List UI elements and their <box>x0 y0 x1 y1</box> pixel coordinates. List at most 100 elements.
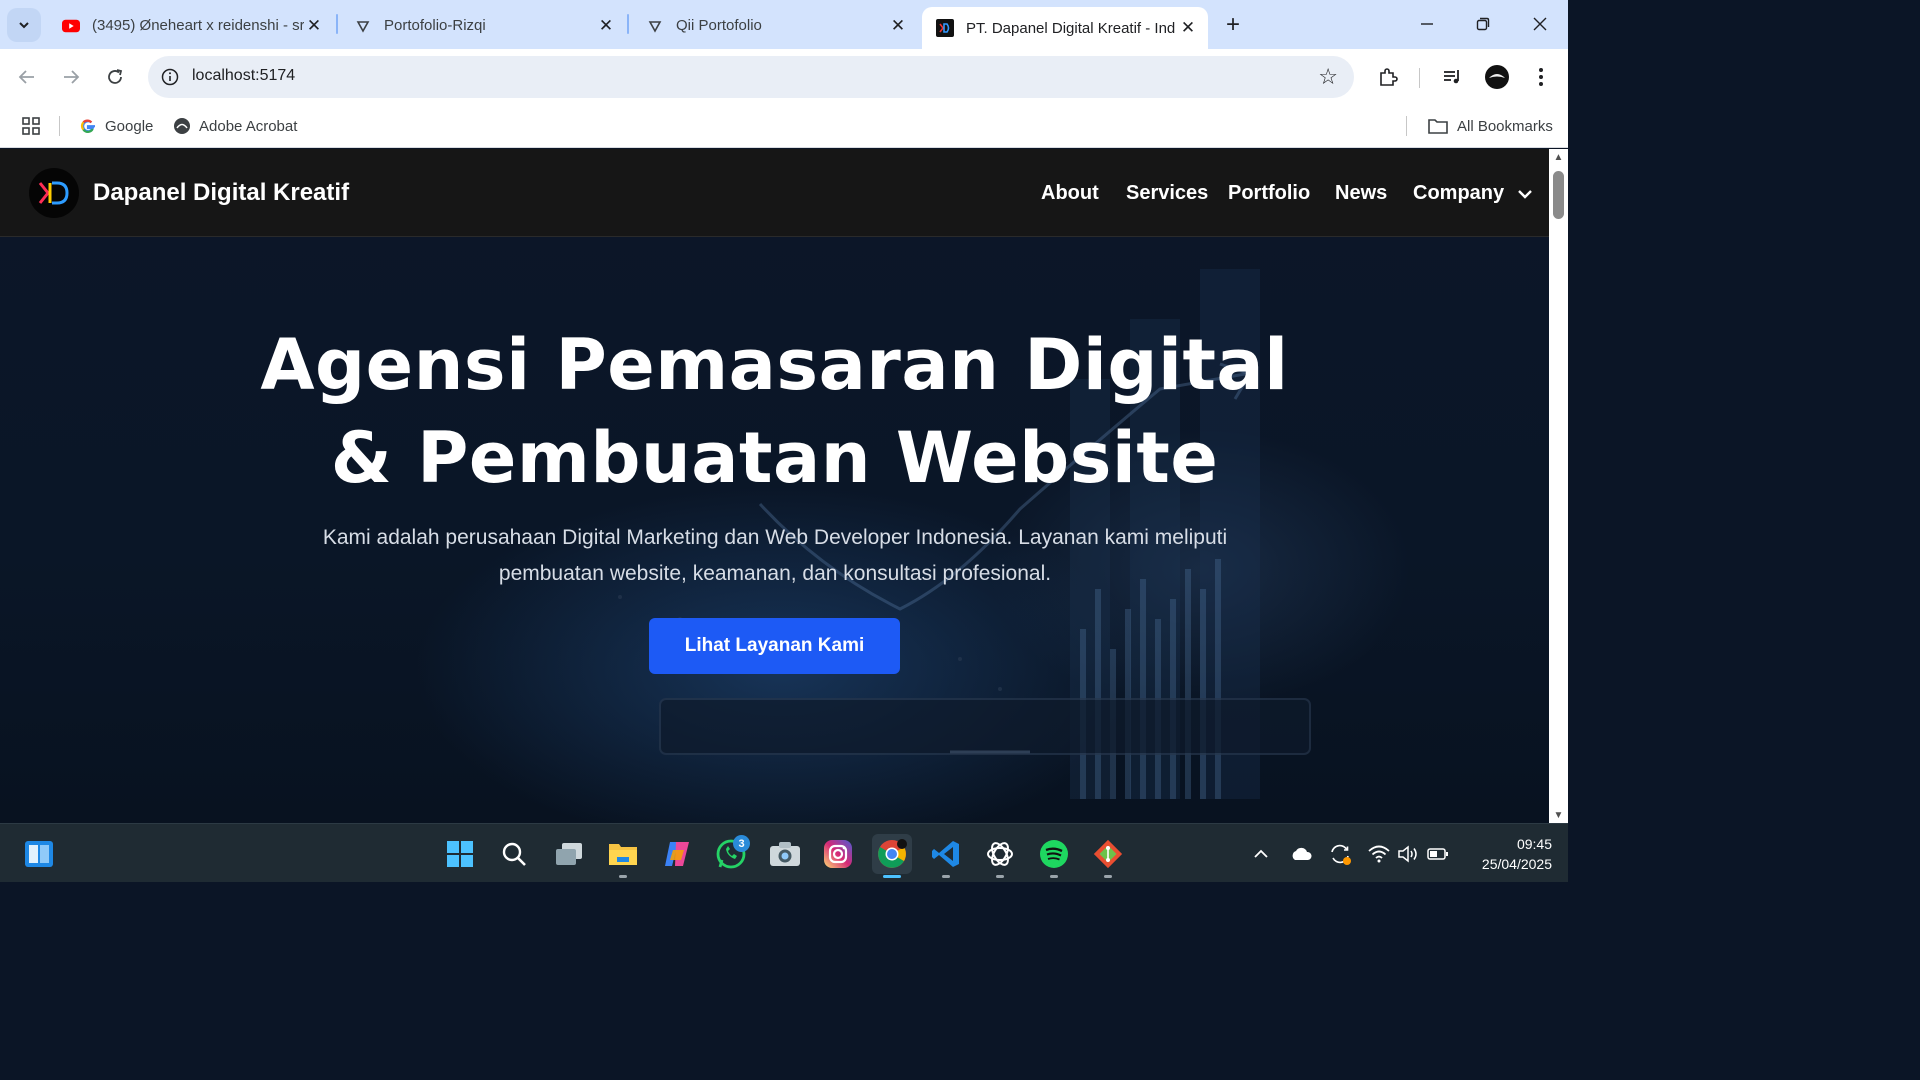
tab-title: Portofolio-Rizqi <box>384 17 486 34</box>
vite-icon <box>354 17 372 35</box>
running-indicator <box>996 875 1004 878</box>
nav-company-label: Company <box>1413 182 1505 204</box>
bookmarks-bar: Google Adobe Acrobat All Bookmarks <box>0 105 1568 148</box>
hero-subtitle-line-2: pembuatan website, keamanan, dan konsult… <box>498 562 1052 585</box>
instagram-icon[interactable] <box>818 834 858 874</box>
clock-date: 25/04/2025 <box>1481 856 1552 872</box>
whatsapp-badge: 3 <box>733 835 750 852</box>
windows-taskbar: 3 09:45 25/04/2025 <box>0 823 1568 882</box>
close-icon[interactable]: ✕ <box>304 16 324 36</box>
tab-title: Qii Portofolio <box>676 17 762 34</box>
chevron-down-icon <box>19 22 29 29</box>
bookmark-adobe-acrobat[interactable]: Adobe Acrobat <box>173 113 297 139</box>
tab-separator <box>336 14 338 34</box>
chevron-down-icon <box>1517 189 1532 199</box>
acrobat-icon <box>173 117 191 135</box>
close-icon[interactable]: ✕ <box>1178 18 1198 38</box>
bookmarks-separator <box>1406 116 1407 136</box>
back-button[interactable] <box>13 63 41 91</box>
hero-subtitle: Kami adalah perusahaan Digital Marketing… <box>290 520 1260 592</box>
nav-about[interactable]: About <box>1041 182 1099 205</box>
nav-portfolio[interactable]: Portfolio <box>1228 182 1310 205</box>
onedrive-cloud-icon[interactable] <box>1288 841 1314 867</box>
url-text[interactable]: localhost:5174 <box>192 67 295 85</box>
copilot-icon[interactable] <box>657 834 697 874</box>
extensions-icon[interactable] <box>1374 63 1402 91</box>
bookmark-star-icon[interactable]: ☆ <box>1318 65 1338 89</box>
volume-icon[interactable] <box>1395 841 1421 867</box>
vscode-icon[interactable] <box>926 834 966 878</box>
battery-icon[interactable] <box>1425 841 1451 867</box>
site-navbar: Dapanel Digital Kreatif About Services P… <box>0 149 1549 237</box>
search-icon[interactable] <box>494 834 534 874</box>
chrome-icon[interactable] <box>872 834 912 878</box>
menu-icon[interactable] <box>1527 63 1555 91</box>
nav-news[interactable]: News <box>1335 182 1387 205</box>
clock-time: 09:45 <box>1516 836 1552 852</box>
tab-separator <box>627 14 629 34</box>
hero-title-line-1: Agensi Pemasaran Digital <box>260 324 1289 406</box>
nav-company-dropdown[interactable]: Company <box>1413 182 1532 205</box>
tab-search-button[interactable] <box>7 8 41 42</box>
page-viewport: Dapanel Digital Kreatif About Services P… <box>0 149 1549 823</box>
all-bookmarks-label: All Bookmarks <box>1457 117 1553 135</box>
scroll-up-arrow-icon[interactable]: ▲ <box>1552 153 1565 163</box>
site-brand-name[interactable]: Dapanel Digital Kreatif <box>93 179 349 207</box>
site-logo[interactable] <box>29 168 79 218</box>
tab-portofolio-rizqi[interactable]: Portofolio-Rizqi ✕ <box>340 8 626 43</box>
bookmark-label: Google <box>105 117 154 135</box>
whatsapp-icon[interactable]: 3 <box>711 834 751 874</box>
widgets-icon[interactable] <box>19 834 59 874</box>
windows-start-icon[interactable] <box>440 834 480 874</box>
site-info-icon[interactable] <box>158 65 182 89</box>
address-bar[interactable]: localhost:5174 ☆ <box>148 56 1354 98</box>
tab-dapanel[interactable]: PT. Dapanel Digital Kreatif - Ind ✕ <box>922 7 1208 49</box>
all-bookmarks-button[interactable]: All Bookmarks <box>1427 113 1553 139</box>
hero-title: Agensi Pemasaran Digital & Pembuatan Web… <box>0 319 1549 505</box>
scroll-down-arrow-icon[interactable]: ▼ <box>1552 811 1565 821</box>
close-icon[interactable]: ✕ <box>888 16 908 36</box>
tab-qii-portofolio[interactable]: Qii Portofolio ✕ <box>632 8 918 43</box>
vite-icon <box>646 17 664 35</box>
system-clock[interactable]: 09:45 25/04/2025 <box>1460 834 1552 874</box>
git-icon[interactable] <box>1088 834 1128 878</box>
restore-icon <box>1476 17 1490 31</box>
file-explorer-icon[interactable] <box>603 834 643 878</box>
close-icon[interactable]: ✕ <box>596 16 616 36</box>
bookmarks-separator <box>59 116 60 136</box>
view-services-button[interactable]: Lihat Layanan Kami <box>649 618 900 674</box>
arrow-right-icon <box>64 70 80 84</box>
wifi-icon[interactable] <box>1366 841 1392 867</box>
tab-youtube[interactable]: (3495) Øneheart x reidenshi - sr ✕ <box>48 8 334 43</box>
restore-button[interactable] <box>1469 10 1497 38</box>
media-control-icon[interactable] <box>1438 63 1466 91</box>
close-window-button[interactable] <box>1526 10 1554 38</box>
profile-avatar[interactable] <box>1483 63 1511 91</box>
camera-icon[interactable] <box>765 834 805 874</box>
youtube-icon <box>62 17 80 35</box>
arrow-left-icon <box>18 70 34 84</box>
show-hidden-icons-chevron-up-icon[interactable] <box>1248 841 1274 867</box>
bookmark-google[interactable]: Google <box>79 113 153 139</box>
spotify-icon[interactable] <box>1034 834 1074 878</box>
reload-button[interactable] <box>101 63 129 91</box>
running-indicator <box>619 875 627 878</box>
minimize-icon <box>1421 23 1433 25</box>
chatgpt-icon[interactable] <box>980 834 1020 878</box>
minimize-button[interactable] <box>1413 10 1441 38</box>
dapanel-logo-icon <box>38 181 69 205</box>
toolbar-separator <box>1419 68 1420 88</box>
nav-services[interactable]: Services <box>1126 182 1208 205</box>
sync-update-icon[interactable] <box>1327 841 1353 867</box>
running-indicator <box>1104 875 1112 878</box>
tab-title: (3495) Øneheart x reidenshi - sr <box>92 17 304 34</box>
reload-icon <box>108 69 123 84</box>
running-indicator <box>1050 875 1058 878</box>
page-scrollbar[interactable]: ▲ ▼ <box>1549 149 1568 823</box>
close-icon <box>1533 17 1547 31</box>
forward-button[interactable] <box>57 63 85 91</box>
scrollbar-thumb[interactable] <box>1553 171 1564 219</box>
task-view-icon[interactable] <box>549 834 589 874</box>
apps-grid-icon[interactable] <box>21 113 41 139</box>
new-tab-button[interactable]: + <box>1220 11 1246 38</box>
